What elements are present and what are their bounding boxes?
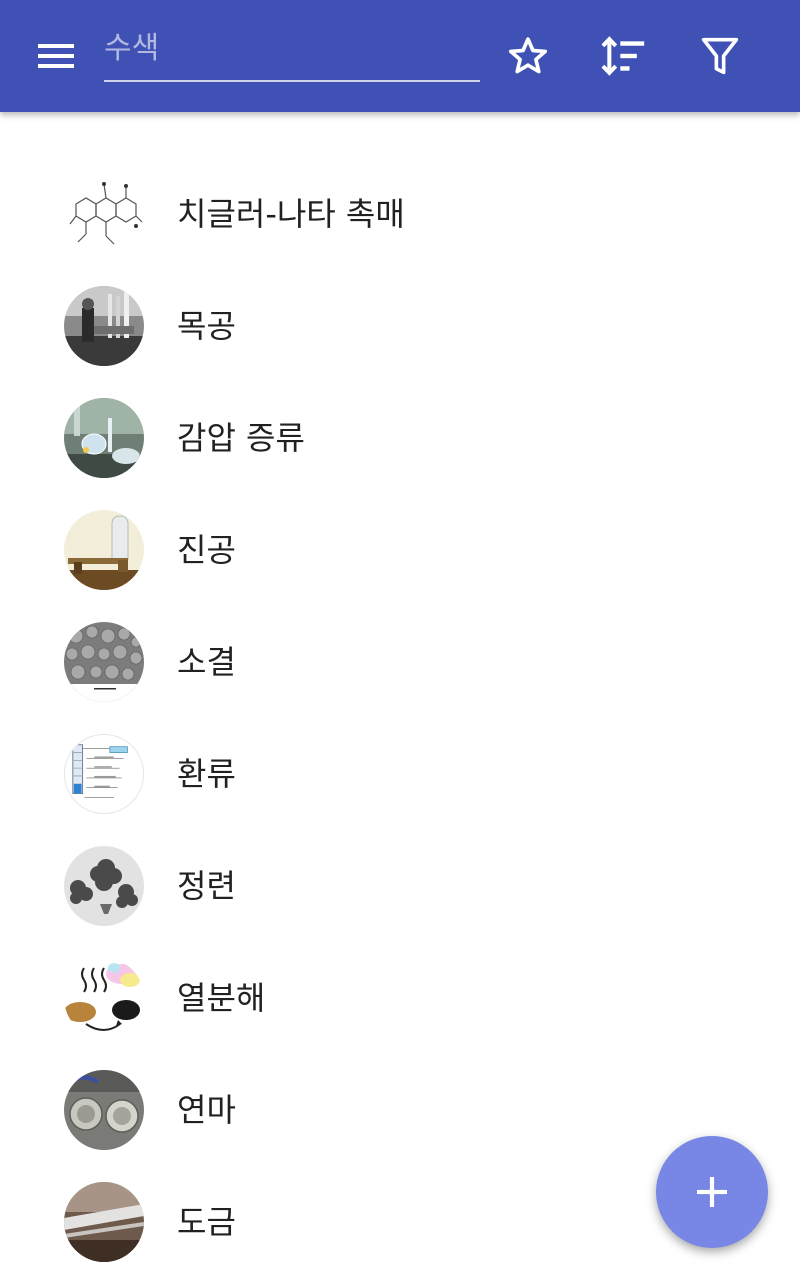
add-button[interactable] (656, 1136, 768, 1248)
pyrolysis-diagram-thumbnail (64, 958, 144, 1038)
polishing-photo-thumbnail (64, 1070, 144, 1150)
article-list: 치글러-나타 촉매 목공 감압 증류 진공 소결 환류 정련 열분해 연마 도금 (0, 158, 800, 1278)
sort-icon (601, 36, 645, 76)
list-item-label: 목공 (177, 307, 236, 345)
app-screen: 치글러-나타 촉매 목공 (0, 0, 800, 1280)
list-item[interactable]: 치글러-나타 촉매 (0, 158, 800, 270)
reflux-diagram-thumbnail (64, 734, 144, 814)
menu-icon (38, 44, 74, 68)
list-item[interactable]: 정련 (0, 830, 800, 942)
filter-icon (701, 37, 739, 75)
list-item[interactable]: 감압 증류 (0, 382, 800, 494)
toolbar (0, 0, 800, 112)
favorites-button[interactable] (498, 26, 558, 86)
menu-button[interactable] (26, 26, 86, 86)
list-item[interactable]: 진공 (0, 494, 800, 606)
search-field[interactable] (104, 20, 480, 82)
list-item-label: 열분해 (177, 979, 266, 1017)
plating-photo-thumbnail (64, 1182, 144, 1262)
sort-button[interactable] (594, 26, 654, 86)
vacuum-pump-photo-thumbnail (64, 510, 144, 590)
list-item[interactable]: 열분해 (0, 942, 800, 1054)
list-item[interactable]: 목공 (0, 270, 800, 382)
list-item-label: 연마 (177, 1091, 236, 1129)
list-item-label: 정련 (177, 867, 236, 905)
list-item-label: 환류 (177, 755, 236, 793)
list-item-label: 감압 증류 (177, 419, 305, 457)
star-outline-icon (508, 37, 548, 74)
list-item[interactable]: 환류 (0, 718, 800, 830)
refined-metal-photo-thumbnail (64, 846, 144, 926)
filter-button[interactable] (690, 26, 750, 86)
sinter-pellets-photo-thumbnail (64, 622, 144, 702)
list-item-label: 치글러-나타 촉매 (177, 195, 405, 233)
vacuum-distillation-photo-thumbnail (64, 398, 144, 478)
list-item[interactable]: 소결 (0, 606, 800, 718)
list-item-label: 도금 (177, 1203, 236, 1241)
plus-icon (697, 1177, 727, 1207)
list-item-label: 진공 (177, 531, 236, 569)
chemical-structure-thumbnail (64, 174, 144, 254)
search-input[interactable] (104, 24, 480, 72)
woodworking-photo-thumbnail (64, 286, 144, 366)
list-item-label: 소결 (177, 643, 236, 681)
